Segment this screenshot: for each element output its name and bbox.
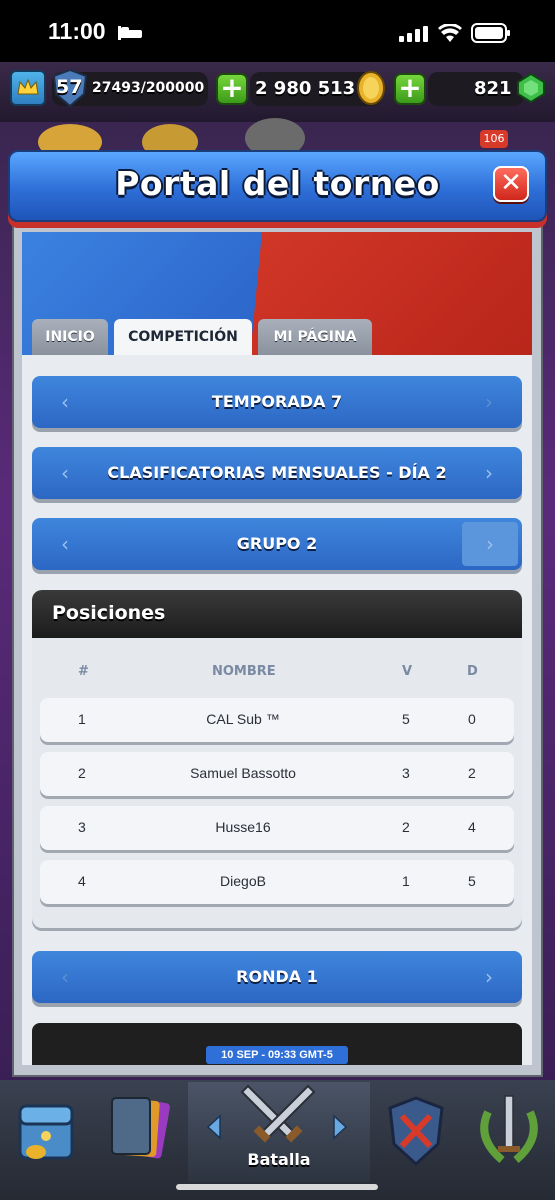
row-losses: 2	[468, 765, 476, 781]
row-name: Husse16	[215, 819, 271, 835]
row-wins: 2	[402, 819, 410, 835]
column-wins-header: V	[402, 664, 413, 679]
modal-title: Portal del torneo	[115, 164, 440, 203]
standings-header: Posiciones	[32, 590, 522, 638]
cards-icon	[111, 1097, 170, 1159]
notification-badge: 106	[480, 130, 508, 148]
gem-amount: 821	[474, 78, 512, 99]
treasure-chest-icon	[18, 1104, 74, 1160]
nav-prev-arrow-icon[interactable]	[204, 1114, 224, 1140]
status-time: 11:00	[48, 18, 106, 44]
row-losses: 0	[468, 711, 476, 727]
cellular-signal-icon	[399, 26, 429, 46]
home-indicator[interactable]	[176, 1184, 378, 1190]
gold-coin-icon	[356, 70, 386, 106]
stage-next-arrow-icon[interactable]: ›	[474, 447, 504, 499]
level-number: 57	[56, 76, 83, 98]
row-losses: 5	[468, 873, 476, 889]
stage-label: CLASIFICATORIAS MENSUALES - DÍA 2	[107, 463, 447, 482]
standings-card: Posiciones # NOMBRE V D 1 CAL Sub ™ 5 0 …	[32, 590, 522, 928]
table-row[interactable]: 3 Husse16 2 4	[40, 806, 514, 850]
group-selector: ‹ GRUPO 2 ›	[32, 518, 522, 570]
group-prev-arrow-icon[interactable]: ‹	[50, 518, 80, 570]
round-selector: ‹ RONDA 1 ›	[32, 951, 522, 1003]
row-wins: 5	[402, 711, 410, 727]
round-next-arrow-icon[interactable]: ›	[474, 951, 504, 1003]
table-row[interactable]: 2 Samuel Bassotto 3 2	[40, 752, 514, 796]
nav-cards-tab[interactable]	[94, 1082, 186, 1182]
nav-clan-tab[interactable]	[372, 1082, 460, 1182]
status-bar: 11:00	[0, 0, 555, 68]
round-label: RONDA 1	[236, 967, 318, 986]
season-next-arrow-icon[interactable]: ›	[474, 376, 504, 428]
nav-next-arrow-icon[interactable]	[330, 1114, 350, 1140]
group-next-arrow-icon[interactable]: ›	[462, 522, 518, 566]
row-name: Samuel Bassotto	[190, 765, 296, 781]
row-name: CAL Sub ™	[206, 711, 280, 727]
row-name: DiegoB	[220, 873, 266, 889]
season-prev-arrow-icon[interactable]: ‹	[50, 376, 80, 428]
crossed-swords-icon	[238, 1080, 318, 1150]
match-date-badge: 10 SEP - 09:33 GMT-5	[206, 1046, 348, 1064]
tab-competicion[interactable]: COMPETICIÓN	[114, 319, 252, 355]
gold-amount: 2 980 513	[255, 78, 356, 99]
laurel-sword-icon	[480, 1095, 538, 1164]
nav-battle-label: Batalla	[247, 1150, 311, 1169]
season-selector: ‹ TEMPORADA 7 ›	[32, 376, 522, 428]
stage-selector: ‹ CLASIFICATORIAS MENSUALES - DÍA 2 ›	[32, 447, 522, 499]
row-losses: 4	[468, 819, 476, 835]
row-wins: 1	[402, 873, 410, 889]
clan-shield-icon	[388, 1096, 444, 1167]
add-gold-button[interactable]: +	[216, 73, 248, 105]
add-gems-button[interactable]: +	[394, 73, 426, 105]
background-characters	[30, 112, 330, 160]
wifi-icon	[438, 23, 462, 46]
group-label: GRUPO 2	[236, 534, 318, 553]
modal-header: Portal del torneo	[8, 150, 547, 222]
table-row[interactable]: 4 DiegoB 1 5	[40, 860, 514, 904]
row-wins: 3	[402, 765, 410, 781]
profile-crown-icon[interactable]	[10, 70, 46, 106]
xp-text: 27493/200000	[92, 80, 205, 96]
table-row[interactable]: 1 CAL Sub ™ 5 0	[40, 698, 514, 742]
column-rank-header: #	[78, 664, 89, 679]
stage-prev-arrow-icon[interactable]: ‹	[50, 447, 80, 499]
nav-events-tab[interactable]	[462, 1082, 555, 1182]
round-prev-arrow-icon[interactable]: ‹	[50, 951, 80, 1003]
nav-shop-tab[interactable]	[0, 1082, 92, 1182]
column-losses-header: D	[467, 664, 478, 679]
column-name-header: NOMBRE	[212, 664, 276, 679]
battery-icon	[471, 23, 511, 47]
standings-title: Posiciones	[52, 602, 166, 624]
sleep-icon	[118, 25, 142, 40]
season-label: TEMPORADA 7	[211, 392, 343, 411]
gem-icon	[516, 72, 546, 104]
tab-mi-pagina[interactable]: MI PÁGINA	[258, 319, 372, 355]
close-button[interactable]: ✕	[493, 166, 529, 202]
tab-inicio[interactable]: INICIO	[32, 319, 108, 355]
